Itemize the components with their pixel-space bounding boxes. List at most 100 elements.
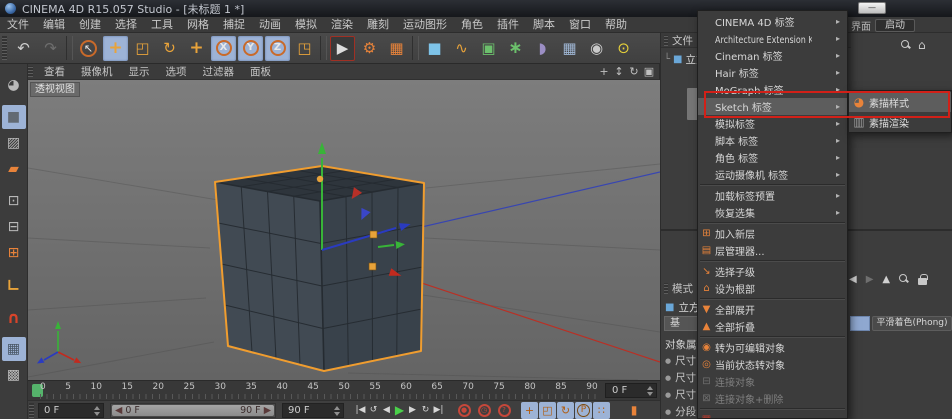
menu-item-cinema4d-tags[interactable]: CINEMA 4D 标签 ▸ bbox=[698, 13, 847, 30]
object-manager-grip[interactable] bbox=[664, 34, 668, 46]
array-button[interactable]: ∗ bbox=[503, 36, 528, 61]
menu-simulate[interactable]: 模拟 bbox=[288, 17, 324, 33]
toolbar-grip[interactable] bbox=[2, 36, 7, 60]
menu-item-mograph-tags[interactable]: MoGraph 标签 ▸ bbox=[698, 81, 847, 98]
timeline-ruler[interactable]: 0 5 10 15 20 25 30 35 40 45 50 55 60 65 70 75 80 85 90 0 F bbox=[28, 380, 660, 400]
snap-button[interactable]: ∩ bbox=[2, 305, 26, 329]
texture-mode-button[interactable]: ▨ bbox=[2, 131, 26, 155]
prev-frame-button[interactable]: ◀ bbox=[380, 402, 393, 419]
menu-item-current-state-to-object[interactable]: ◎ 当前状态转对象 bbox=[698, 356, 847, 373]
nav-forward-icon[interactable]: ▶ bbox=[866, 274, 874, 285]
layout-select[interactable]: 启动 bbox=[875, 18, 915, 32]
subdivision-surface-button[interactable]: ▣ bbox=[476, 36, 501, 61]
goto-end-button[interactable]: ▶| bbox=[432, 402, 445, 419]
goto-start-button[interactable]: |◀ bbox=[354, 402, 367, 419]
menu-item-add-new-layer[interactable]: ⊞ 加入新层 bbox=[698, 225, 847, 242]
next-frame-button[interactable]: ▶ bbox=[406, 402, 419, 419]
start-frame-field[interactable]: 0 F bbox=[38, 402, 104, 418]
menu-item-connect-objects[interactable]: ⊟ 连接对象 bbox=[698, 373, 847, 390]
vp-menu-view[interactable]: 查看 bbox=[36, 64, 73, 80]
frame-range-slider[interactable]: ◀ 0 F 90 F ▶ bbox=[110, 402, 276, 418]
frame-stepper[interactable] bbox=[646, 386, 654, 396]
tab-selected[interactable] bbox=[850, 316, 870, 331]
menu-item-motioncamera-tags[interactable]: 运动摄像机 标签 ▸ bbox=[698, 166, 847, 186]
render-view-button[interactable]: ▶ bbox=[330, 35, 355, 61]
edge-mode-button[interactable]: ⊟ bbox=[2, 215, 26, 239]
menu-window[interactable]: 窗口 bbox=[562, 17, 598, 33]
submenu-item-sketch-render[interactable]: ▥ 素描渲染 bbox=[849, 112, 951, 132]
menu-item-sketch-tags[interactable]: Sketch 标签 ▸ bbox=[698, 98, 847, 115]
camera-button[interactable]: ◉ bbox=[584, 36, 609, 61]
menu-tools[interactable]: 工具 bbox=[144, 17, 180, 33]
scale-tool-button[interactable]: ◰ bbox=[130, 36, 155, 61]
prev-key-button[interactable]: ↺ bbox=[367, 402, 380, 419]
end-frame-field[interactable]: 90 F bbox=[282, 402, 344, 418]
workplane-snap-button[interactable]: ▩ bbox=[2, 363, 26, 387]
search-icon[interactable] bbox=[901, 40, 911, 50]
lock-z-axis-button[interactable]: Z bbox=[265, 35, 290, 61]
viewport-canvas[interactable] bbox=[28, 80, 660, 380]
lock-y-axis-button[interactable]: Y bbox=[238, 35, 263, 61]
menu-plugins[interactable]: 插件 bbox=[490, 17, 526, 33]
menu-mograph[interactable]: 运动图形 bbox=[396, 17, 454, 33]
last-tool-button[interactable]: + bbox=[184, 36, 209, 61]
rotate-tool-button[interactable]: ↻ bbox=[157, 36, 182, 61]
render-queue-button[interactable]: ▦ bbox=[384, 36, 409, 61]
menu-render[interactable]: 渲染 bbox=[324, 17, 360, 33]
record-scale-button[interactable]: ◰ bbox=[539, 401, 556, 419]
model-mode-button[interactable]: ■ bbox=[1, 105, 26, 129]
solo-button[interactable]: ▮ bbox=[626, 402, 642, 419]
rotate-view-icon[interactable]: ↻ bbox=[628, 65, 640, 78]
attribute-search-icon[interactable] bbox=[899, 274, 909, 284]
move-tool-button[interactable]: + bbox=[103, 35, 128, 61]
undo-button[interactable]: ↶ bbox=[11, 36, 36, 61]
menu-item-connect-objects-delete[interactable]: ⊠ 连接对象+删除 bbox=[698, 390, 847, 410]
menu-item-clipped[interactable]: ▦ bbox=[698, 411, 847, 418]
nav-back-icon[interactable]: ◀ bbox=[849, 274, 857, 285]
coord-system-button[interactable]: ◳ bbox=[292, 36, 317, 61]
menu-file[interactable]: 文件 bbox=[0, 17, 36, 33]
range-left-arrow-icon[interactable]: ◀ bbox=[115, 405, 122, 416]
end-frame-stepper[interactable] bbox=[333, 405, 341, 416]
menu-item-architecture-tags[interactable]: Architecture Extension Kit 标签 ▸ bbox=[698, 30, 847, 47]
polygon-mode-button[interactable]: ⊞ bbox=[2, 241, 26, 265]
menu-help[interactable]: 帮助 bbox=[598, 17, 634, 33]
vp-menu-options[interactable]: 选项 bbox=[158, 64, 195, 80]
point-mode-button[interactable]: ⊡ bbox=[2, 189, 26, 213]
record-position-button[interactable]: + bbox=[521, 401, 538, 419]
home-icon[interactable]: ⌂ bbox=[918, 39, 926, 51]
menu-item-layer-manager[interactable]: ▤ 层管理器... bbox=[698, 242, 847, 262]
render-settings-button[interactable]: ⚙ bbox=[357, 36, 382, 61]
viewport-3d-view[interactable]: 透视视图 bbox=[28, 80, 660, 380]
spline-pen-button[interactable]: ∿ bbox=[449, 36, 474, 61]
axis-mode-button[interactable]: ∟ bbox=[2, 273, 26, 297]
menu-item-collapse-all[interactable]: ▲ 全部折叠 bbox=[698, 318, 847, 338]
menu-item-simulation-tags[interactable]: 模拟标签 ▸ bbox=[698, 115, 847, 132]
add-cube-button[interactable]: ■ bbox=[422, 36, 447, 61]
light-button[interactable]: ⊙ bbox=[611, 36, 636, 61]
vp-menu-display[interactable]: 显示 bbox=[121, 64, 158, 80]
menu-select[interactable]: 选择 bbox=[108, 17, 144, 33]
maximize-view-icon[interactable]: ▣ bbox=[643, 65, 655, 78]
view-label[interactable]: 透视视图 bbox=[30, 82, 80, 97]
menu-item-restore-selection[interactable]: 恢复选集 ▸ bbox=[698, 204, 847, 224]
menu-item-make-editable[interactable]: ◉ 转为可编辑对象 bbox=[698, 339, 847, 356]
menu-item-select-children[interactable]: ↘ 选择子级 bbox=[698, 263, 847, 280]
menu-character[interactable]: 角色 bbox=[454, 17, 490, 33]
toolbar-separator[interactable] bbox=[66, 35, 73, 60]
record-pla-button[interactable]: ∷ bbox=[593, 401, 610, 419]
vp-menu-camera[interactable]: 摄像机 bbox=[73, 64, 121, 80]
redo-button[interactable]: ↷ bbox=[38, 36, 63, 61]
record-rotation-button[interactable]: ↻ bbox=[557, 401, 574, 419]
workplane-mode-button[interactable]: ▰ bbox=[2, 157, 26, 181]
current-frame-field[interactable]: 0 F bbox=[605, 383, 657, 398]
keyframe-selection-button[interactable]: ? bbox=[495, 402, 513, 419]
menu-script[interactable]: 脚本 bbox=[526, 17, 562, 33]
object-manager-file-menu[interactable]: 文件 bbox=[672, 33, 693, 48]
menu-snap[interactable]: 捕捉 bbox=[216, 17, 252, 33]
pan-view-icon[interactable]: + bbox=[598, 65, 610, 78]
range-right-arrow-icon[interactable]: ▶ bbox=[264, 405, 271, 416]
record-parameter-button[interactable]: P bbox=[575, 401, 592, 419]
zoom-view-icon[interactable]: ↕ bbox=[613, 65, 625, 78]
menu-item-set-as-root[interactable]: ⌂ 设为根部 bbox=[698, 280, 847, 300]
